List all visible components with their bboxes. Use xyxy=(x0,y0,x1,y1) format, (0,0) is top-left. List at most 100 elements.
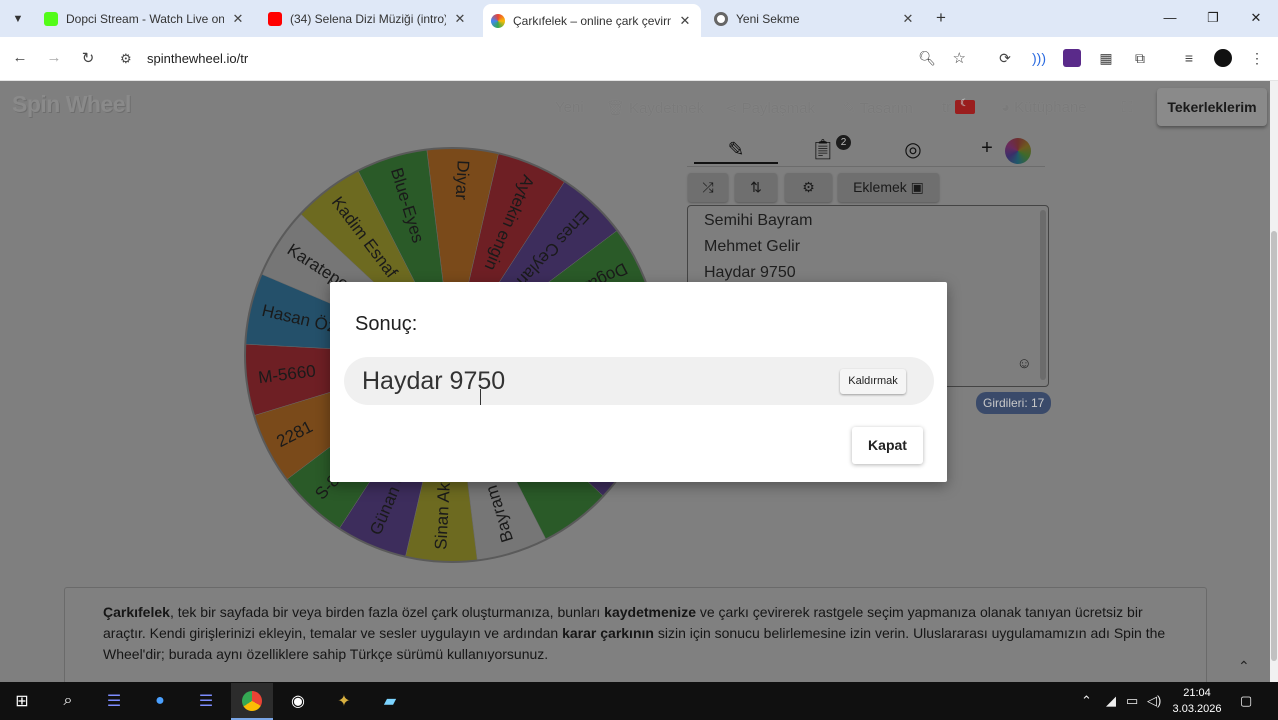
plus-icon: + xyxy=(981,137,993,159)
chrome-favicon-icon xyxy=(714,12,728,26)
battery-icon[interactable]: ▭ xyxy=(1126,693,1138,709)
scroll-top-icon[interactable]: ⌃ xyxy=(1238,658,1250,675)
add-image-button[interactable]: Eklemek ▣ xyxy=(838,173,939,202)
reload-button[interactable]: ↻ xyxy=(78,49,98,67)
tab-youtube[interactable]: (34) Selena Dizi Müziği (intro) - ✕ xyxy=(260,4,476,34)
scrollbar-thumb[interactable] xyxy=(1271,231,1277,661)
clipboard-icon: 📋︎ xyxy=(810,139,836,161)
zoom-icon[interactable]: 🔍︎ xyxy=(918,50,936,67)
app-icon[interactable]: ☰ xyxy=(193,688,219,714)
nav-new-label: Yeni xyxy=(555,99,584,116)
entry-line: Mehmet Gelir xyxy=(704,238,801,255)
bookmark-star-icon[interactable]: ☆ xyxy=(953,49,966,67)
result-box: Haydar 9750 Kaldırmak xyxy=(344,357,934,405)
chrome-menu-icon[interactable]: ⋮ xyxy=(1248,49,1266,67)
system-clock[interactable]: 21:04 3.03.2026 xyxy=(1168,685,1226,717)
fullscreen-icon[interactable]: ⛶ xyxy=(1122,99,1133,116)
tab-title: (34) Selena Dizi Müziği (intro) - xyxy=(290,12,446,26)
site-logo[interactable]: Spin Wheel xyxy=(12,91,131,118)
page-scrollbar[interactable] xyxy=(1270,81,1278,682)
nav-library[interactable]: ◕ Kütüphane xyxy=(1001,99,1087,116)
site-info-icon[interactable]: ⚙ xyxy=(120,51,132,67)
shuffle-button[interactable]: ⤮ xyxy=(688,173,728,202)
windows-start-icon[interactable]: ⊞ xyxy=(9,688,35,714)
close-tab-icon[interactable]: ✕ xyxy=(452,11,468,27)
emoji-icon[interactable]: ☺ xyxy=(1017,355,1032,372)
tab-hide[interactable]: ◎ xyxy=(893,137,933,162)
tab-edit[interactable]: ✎ xyxy=(694,137,778,164)
trash-save-icon: 🗑︎ xyxy=(606,100,626,117)
globe-icon: ◕ xyxy=(1001,99,1011,116)
my-wheels-button[interactable]: Tekerleklerim xyxy=(1157,88,1267,126)
search-icon[interactable]: ⌕ xyxy=(55,688,81,714)
windows-taskbar: ⊞ ⌕ ☰ ● ☰ ◉ ✦ ▰ ⌃ ◢ ▭ ◁) 21:04 3.03.2026… xyxy=(0,682,1278,720)
tab-new[interactable]: Yeni Sekme ✕ xyxy=(706,4,924,34)
info-text: , tek bir sayfada bir veya birden fazla … xyxy=(169,604,605,620)
new-tab-button[interactable]: + xyxy=(932,9,950,27)
tab-title: Çarkıfelek – online çark çevirme xyxy=(513,13,671,28)
address-bar[interactable]: ⚙ spinthewheel.io/tr 🔍︎ ☆ xyxy=(110,43,980,75)
tab-title: Dopci Stream - Watch Live on K xyxy=(66,12,224,26)
game-icon[interactable]: ✦ xyxy=(331,688,357,714)
obs-icon[interactable]: ◉ xyxy=(285,688,311,714)
sort-button[interactable]: ⇅ xyxy=(735,173,777,202)
forward-button[interactable]: → xyxy=(44,49,64,66)
profile-avatar[interactable] xyxy=(1214,49,1232,67)
audio-extension-icon[interactable]: ))) xyxy=(1030,49,1048,67)
extension-icon[interactable] xyxy=(1063,49,1081,67)
nav-save[interactable]: 🗑︎ Kaydetmek xyxy=(606,99,704,117)
media-controls-icon[interactable]: ≡ xyxy=(1180,49,1198,67)
spinwheel-favicon-icon xyxy=(491,13,505,28)
close-button[interactable]: Kapat xyxy=(852,427,923,464)
info-bold: karar çarkının xyxy=(562,625,654,641)
dialog-title: Sonuç: xyxy=(355,313,418,335)
extensions-puzzle-icon[interactable]: ⧉ xyxy=(1131,49,1149,67)
clock-date: 3.03.2026 xyxy=(1172,703,1222,715)
nav-language[interactable]: tr xyxy=(942,98,976,116)
settings-button[interactable]: ⚙ xyxy=(785,173,832,202)
color-wheel-icon[interactable] xyxy=(1005,138,1031,164)
info-bold: kaydetmenize xyxy=(604,604,696,620)
minimize-button[interactable]: — xyxy=(1160,10,1180,25)
app-icon[interactable]: ☰ xyxy=(101,688,127,714)
close-window-button[interactable]: ✕ xyxy=(1246,10,1266,26)
notepad-icon[interactable]: ▰ xyxy=(377,688,403,714)
remove-button[interactable]: Kaldırmak xyxy=(840,369,906,394)
close-tab-icon[interactable]: ✕ xyxy=(677,13,693,29)
image-icon: ▣ xyxy=(910,179,924,195)
nav-design[interactable]: ✎ Tasarım xyxy=(843,99,913,117)
close-tab-icon[interactable]: ✕ xyxy=(230,11,246,27)
tab-search-button[interactable]: ▼ xyxy=(8,9,28,29)
back-button[interactable]: ← xyxy=(10,49,30,66)
tab-spinwheel[interactable]: Çarkıfelek – online çark çevirme ✕ xyxy=(483,4,701,37)
nav-language-label: tr xyxy=(942,99,952,116)
app-icon[interactable]: ● xyxy=(147,688,173,714)
url-text[interactable]: spinthewheel.io/tr xyxy=(147,51,248,66)
turkey-flag-icon xyxy=(955,98,976,114)
tab-strip: ▼ Dopci Stream - Watch Live on K ✕ (34) … xyxy=(0,0,1278,37)
pencil-icon: ✎ xyxy=(843,100,856,117)
clock-time: 21:04 xyxy=(1183,687,1211,699)
entries-count: Girdileri: 17 xyxy=(976,392,1052,414)
tab-kick[interactable]: Dopci Stream - Watch Live on K ✕ xyxy=(36,4,254,34)
notification-icon[interactable]: ▢ xyxy=(1240,693,1252,709)
network-icon[interactable]: ◢ xyxy=(1106,693,1116,709)
restore-button[interactable]: ❐ xyxy=(1203,10,1223,26)
pencil-tab-icon: ✎ xyxy=(727,139,745,161)
panel-tabs: ✎ 📋︎ ◎ + xyxy=(687,133,1045,167)
volume-icon[interactable]: ◁) xyxy=(1147,693,1161,709)
sort-icon: ⇅ xyxy=(750,179,762,195)
nav-new[interactable]: Yeni xyxy=(555,99,584,116)
nav-share[interactable]: ⋖ Paylaşmak xyxy=(725,99,815,117)
tray-expand-icon[interactable]: ⌃ xyxy=(1081,693,1092,709)
chrome-taskbar-icon[interactable] xyxy=(231,683,273,720)
entries-scrollbar[interactable] xyxy=(1040,210,1046,380)
close-tab-icon[interactable]: ✕ xyxy=(900,11,916,27)
tab-add[interactable]: + xyxy=(967,137,1007,160)
chrome-icon xyxy=(242,690,262,711)
sync-extension-icon[interactable]: ⟳ xyxy=(996,49,1014,67)
qr-extension-icon[interactable]: ▦ xyxy=(1097,49,1115,67)
logo-text: Spin Wheel xyxy=(12,91,131,117)
result-dialog: Sonuç: Haydar 9750 Kaldırmak Kapat xyxy=(330,282,947,482)
wheel-segment-label: Diyar xyxy=(452,160,473,201)
